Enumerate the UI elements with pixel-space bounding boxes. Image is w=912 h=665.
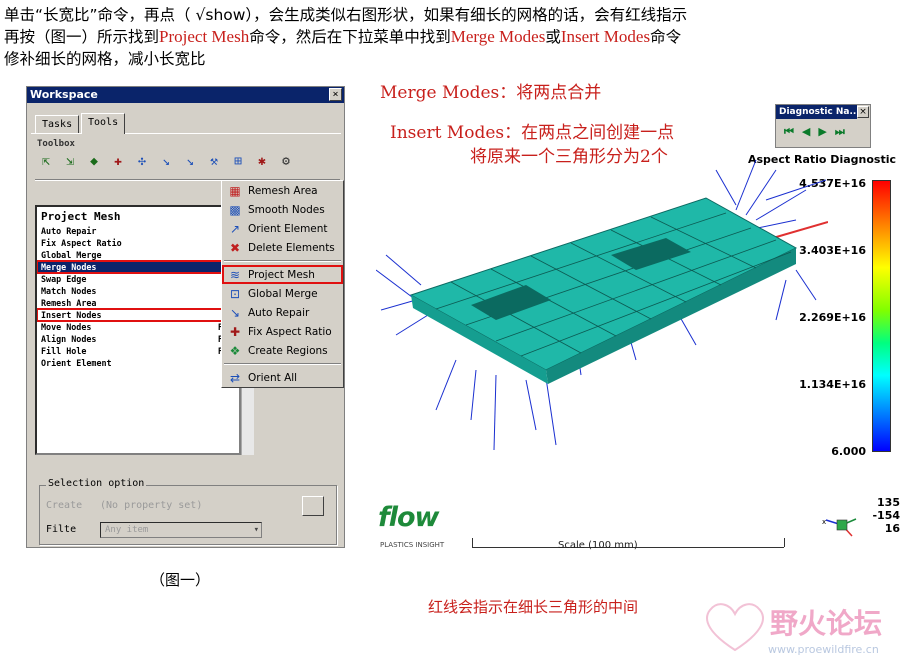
create-label: Create [46,500,83,511]
rotation-x: 135 [877,496,900,509]
merge-note: Merge Modes：将两点合并 [380,83,602,103]
diagnostic-window-title: Diagnostic Na... [776,105,857,119]
tab-divider [31,133,341,134]
axis-triad-icon: x [822,518,857,537]
project-icon: ≋ [229,267,241,282]
toolbox-icons: ⇱ ⇲ ◆ ✚ ✣ ↘ ↘ ⚒ ⊞ ✱ ⚙ [35,151,297,173]
tool-icon-1[interactable]: ⇱ [35,151,57,173]
menu-separator [224,363,341,365]
menu-item-remesh-area[interactable]: ▦ Remesh Area [222,181,343,200]
mesh-model-view [376,160,828,451]
list-item[interactable]: Fill HoleF12 [37,345,239,357]
workspace-title: Workspace [27,87,344,103]
watermark-url: www.proewildfire.cn [768,643,879,656]
merge-icon: ⊡ [229,286,241,301]
scale-tick [472,538,473,547]
list-item[interactable]: Match NodesF7 [37,285,239,297]
first-icon[interactable]: ⏮ [784,125,794,139]
scale-label-min: 6.000 [831,445,866,458]
insert-note-1: Insert Modes：在两点之间创建一点 [390,123,675,143]
menu-item-smooth-nodes[interactable]: ▩ Smooth Nodes [222,200,343,219]
list-item[interactable]: Align NodesF11 [37,333,239,345]
intro-line-1: 单击“长宽比”命令，再点（ √show），会生成类似右图形状，如果有细长的网格的… [4,6,688,24]
tool-icon-7[interactable]: ↘ [179,151,201,173]
svg-text:x: x [822,518,826,526]
last-icon[interactable]: ⏭ [835,125,845,139]
intro-line-3: 修补细长的网格，减小长宽比 [4,50,206,68]
close-icon[interactable]: × [329,88,342,101]
tool-icon-8[interactable]: ⚒ [203,151,225,173]
previous-icon[interactable]: ◀ [802,125,810,139]
color-scale-bar [872,180,891,452]
command-listbox[interactable]: Project Mesh Auto RepairF2 Fix Aspect Ra… [35,205,241,455]
tool-icon-3[interactable]: ◆ [83,151,105,173]
list-header: Project Mesh [41,210,121,223]
scale-tick [784,538,785,547]
flow-logo: flow [378,502,439,533]
toolbox-label: Toolbox [37,139,75,149]
menu-item-auto-repair[interactable]: ↘ Auto Repair [222,303,343,322]
selection-button[interactable] [302,496,324,516]
repair-icon: ↘ [229,305,241,320]
filter-select[interactable]: Any item [100,522,262,538]
list-item-insert-nodes[interactable]: Insert NodesF9 [37,308,239,322]
menu-item-global-merge[interactable]: ⊡ Global Merge [222,284,343,303]
diagnostic-nav-buttons: ⏮ ◀ ▶ ⏭ [784,125,845,139]
rotation-y: -154 [872,509,900,522]
tool-icon-2[interactable]: ⇲ [59,151,81,173]
tool-icon-5[interactable]: ✣ [131,151,153,173]
menu-item-project-mesh[interactable]: ≋ Project Mesh [222,265,343,284]
watermark-text: 野火论坛 [770,607,883,640]
tool-icon-9[interactable]: ⊞ [227,151,249,173]
regions-icon: ❖ [229,343,241,358]
intro-line-2: 再按（图一）所示找到Project Mesh命令，然后在下拉菜单中找到Merge… [4,27,682,46]
view-rotation-readout: 135 -154 16 [870,496,900,535]
no-property-label: (No property set) [100,500,203,511]
menu-separator [224,260,341,262]
smooth-icon: ▩ [229,202,241,217]
orient-icon: ↗ [229,221,241,236]
menu-item-orient-element[interactable]: ↗ Orient Element [222,219,343,238]
rotation-z: 16 [884,522,900,535]
tool-icon-4[interactable]: ✚ [107,151,129,173]
diagnostic-navigator-window: Diagnostic Na... × ⏮ ◀ ▶ ⏭ [775,104,871,148]
scale-label: Scale (100 mm) [558,540,638,551]
selection-option-group: Selection option Create (No property set… [39,478,337,545]
delete-icon: ✖ [229,240,241,255]
tool-icon-10[interactable]: ✱ [251,151,273,173]
aspect-icon: ✚ [229,324,241,339]
watermark-heart-icon [706,603,764,652]
list-item[interactable]: Auto RepairF2 [37,225,239,237]
tab-tasks[interactable]: Tasks [35,115,80,133]
menu-item-orient-all[interactable]: ⇄ Orient All [222,368,343,387]
list-item-merge-nodes[interactable]: Merge NodesF5 [37,260,239,274]
menu-item-delete-elements[interactable]: ✖ Delete Elements [222,238,343,257]
tool-icon-11[interactable]: ⚙ [275,151,297,173]
bottom-caption: 红线会指示在细长三角形的中间 [428,598,639,616]
orient-all-icon: ⇄ [229,370,241,385]
list-item[interactable]: Swap EdgeF6 [37,273,239,285]
close-icon[interactable]: × [857,106,869,118]
intro-text: 单击“长宽比”命令，再点（ √show），会生成类似右图形状，如果有细长的网格的… [4,4,904,70]
project-mesh-menu: ▦ Remesh Area ▩ Smooth Nodes ↗ Orient Eleme… [221,180,344,388]
list-item[interactable]: Orient Element [37,357,239,369]
remesh-icon: ▦ [229,183,241,198]
list-item[interactable]: Move NodesF10 [37,321,239,333]
list-item[interactable]: Remesh AreaF8 [37,297,239,309]
list-item[interactable]: Fix Aspect RatioF3 [37,237,239,249]
next-icon[interactable]: ▶ [818,125,826,139]
flow-logo-sub: PLASTICS INSIGHT [380,541,445,549]
filter-label: Filte [46,524,77,535]
selection-legend: Selection option [46,478,147,489]
tool-icon-6[interactable]: ↘ [155,151,177,173]
tab-tools[interactable]: Tools [81,113,126,134]
menu-item-create-regions[interactable]: ❖ Create Regions [222,341,343,360]
figure-caption: （图一） [150,571,211,589]
list-item[interactable]: Global MergeF4 [37,249,239,261]
menu-item-fix-aspect-ratio[interactable]: ✚ Fix Aspect Ratio [222,322,343,341]
